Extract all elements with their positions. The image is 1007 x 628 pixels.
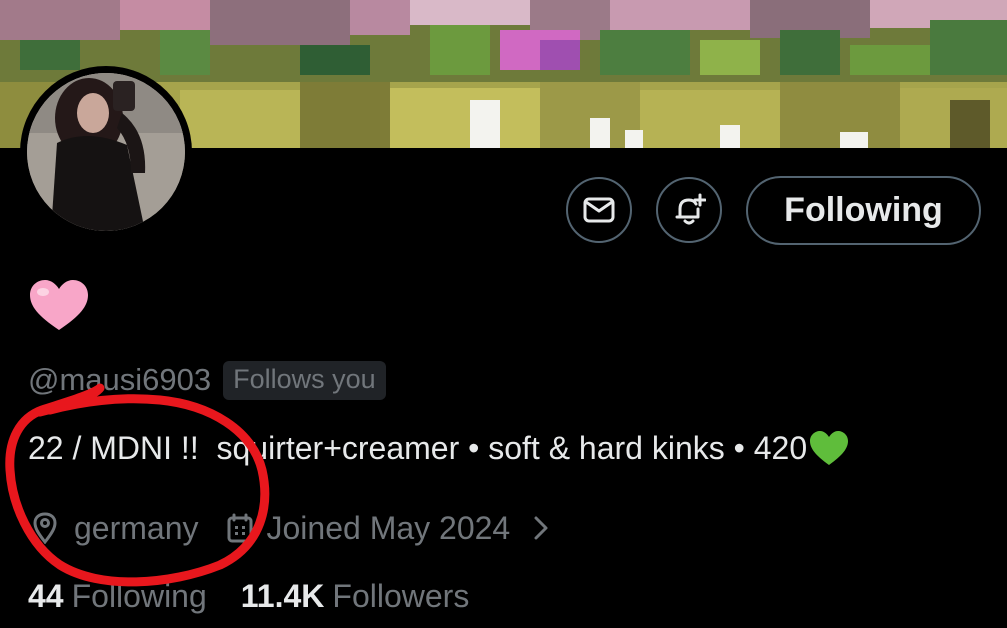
- following-label: Following: [71, 578, 207, 614]
- followers-label: Followers: [332, 578, 470, 614]
- message-button[interactable]: [566, 177, 632, 243]
- calendar-icon: [223, 511, 257, 545]
- bio: 22 / MDNI !! squirter+creamer • soft & h…: [28, 430, 849, 467]
- pink-heart-icon: [30, 280, 88, 330]
- follow-stats: 44 Following 11.4K Followers: [28, 578, 469, 615]
- profile-meta: germany Joined May 2024: [28, 505, 558, 551]
- location-text: germany: [74, 509, 199, 546]
- handle-row: @mausi6903 Follows you: [28, 358, 386, 402]
- following-count: 44: [28, 578, 64, 614]
- notifications-button[interactable]: [656, 177, 722, 243]
- handle: @mausi6903: [28, 362, 212, 397]
- profile-photo: [27, 73, 185, 231]
- bio-text: 22 / MDNI !! squirter+creamer • soft & h…: [28, 430, 808, 466]
- joined-date[interactable]: Joined May 2024: [267, 510, 511, 547]
- green-heart-icon: [810, 430, 849, 465]
- envelope-icon: [583, 197, 615, 223]
- display-name: [28, 278, 90, 334]
- following-stat[interactable]: 44 Following: [28, 578, 207, 615]
- followers-stat[interactable]: 11.4K Followers: [241, 578, 470, 615]
- chevron-right-icon[interactable]: [524, 511, 558, 545]
- following-button-label: Following: [784, 191, 943, 229]
- followers-count: 11.4K: [240, 578, 325, 614]
- bell-plus-icon: [675, 193, 706, 225]
- following-button[interactable]: Following: [746, 176, 981, 245]
- follows-you-badge: Follows you: [223, 360, 386, 400]
- avatar[interactable]: [20, 66, 192, 238]
- location-pin-icon: [28, 511, 62, 545]
